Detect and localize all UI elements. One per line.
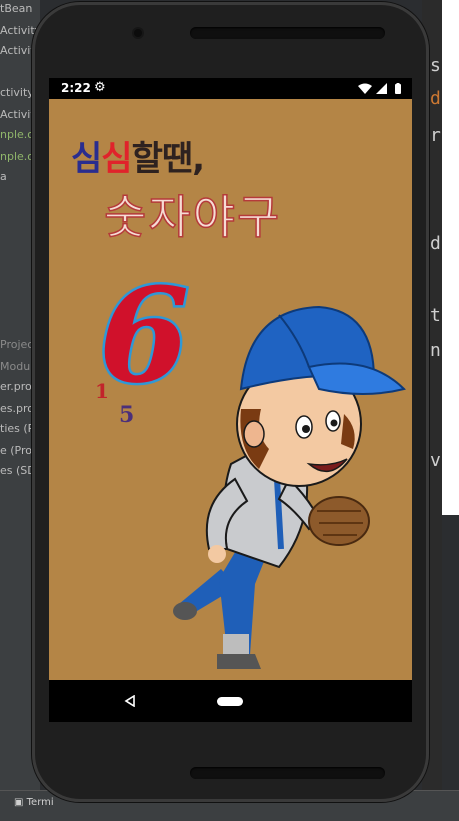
terminal-icon: ▣: [14, 797, 24, 808]
tree-item[interactable]: a: [0, 170, 7, 183]
tree-item[interactable]: Projec: [0, 338, 33, 351]
app-title: 숫자야구: [103, 189, 282, 245]
status-icons: [358, 83, 401, 94]
wifi-icon: [358, 83, 372, 94]
back-triangle-icon[interactable]: [124, 695, 136, 707]
tree-item[interactable]: e (Proj: [0, 444, 35, 457]
status-time: 2:22: [61, 81, 91, 95]
pitcher-illustration: [173, 305, 406, 669]
code-text: r: [430, 125, 441, 146]
tree-item[interactable]: es.pro: [0, 402, 34, 415]
top-speaker: [190, 27, 385, 39]
title-char: 심: [101, 139, 132, 179]
splash-screen: 심심할땐, 숫자야구 6 1 5: [49, 99, 412, 680]
terminal-label: Termi: [26, 797, 54, 808]
tree-item[interactable]: ctivity: [0, 86, 34, 99]
battery-icon: [395, 83, 401, 94]
bottom-speaker: [190, 767, 385, 779]
home-pill-icon[interactable]: [217, 697, 243, 706]
code-text: d: [430, 88, 441, 109]
tree-item[interactable]: tBean: [0, 2, 32, 15]
small-digit-1: 1: [95, 379, 109, 403]
title-line-1: 심심할땐,: [71, 131, 205, 180]
title-char: 할땐,: [131, 139, 205, 179]
tree-item[interactable]: es (SD: [0, 464, 36, 477]
tree-item[interactable]: Modu: [0, 360, 30, 373]
signal-icon: [376, 83, 387, 94]
navigation-bar: [49, 680, 412, 722]
code-text: t: [430, 305, 441, 326]
phone-screen: 2:22 ⚙ 심심할땐, 숫자야구 6 1 5: [49, 78, 412, 722]
status-bar: 2:22 ⚙: [49, 78, 412, 99]
small-digit-2: 5: [119, 402, 135, 428]
gear-icon: ⚙: [94, 80, 106, 95]
front-camera: [134, 29, 142, 37]
code-text: n: [430, 340, 441, 361]
code-text: s: [430, 55, 441, 76]
code-text: v: [430, 450, 441, 471]
title-char: 심: [71, 139, 102, 179]
code-text: d: [430, 233, 441, 254]
terminal-tab[interactable]: ▣ Termi: [14, 797, 54, 808]
ide-editor-panel: s d r d t n v: [430, 0, 459, 515]
tree-item[interactable]: Activit: [0, 108, 35, 121]
